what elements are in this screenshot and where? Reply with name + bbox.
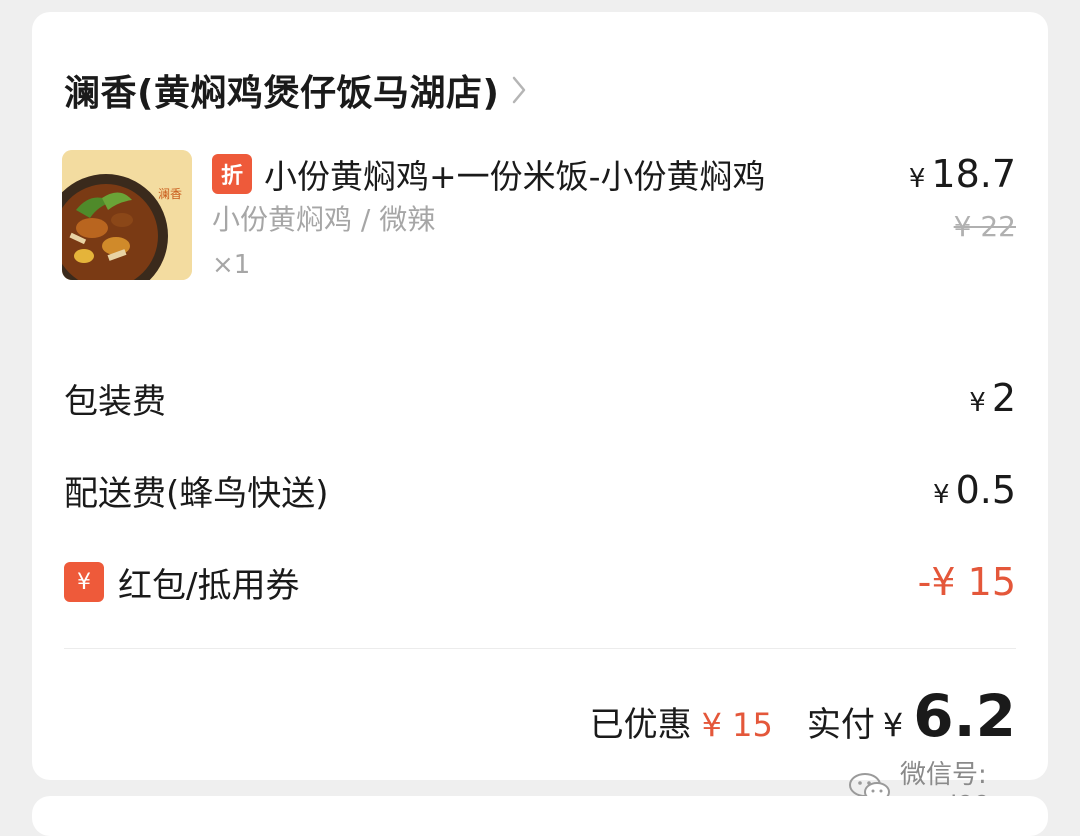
delivery-fee-symbol: ¥ xyxy=(933,480,950,510)
delivery-fee-row: 配送费(蜂鸟快送) ¥0.5 xyxy=(64,460,1016,520)
item-price-symbol: ¥ xyxy=(908,164,926,194)
coupon-label-wrap: ¥ 红包/抵用券 xyxy=(64,558,299,607)
discount-total: ¥ 15 xyxy=(701,706,773,744)
order-summary: 已优惠 ¥ 15 实付 ¥ 6.2 xyxy=(590,682,1016,750)
item-price: ¥18.7 xyxy=(909,152,1016,196)
shop-name: 澜香(黄焖鸡煲仔饭马湖店) xyxy=(64,73,500,114)
next-card xyxy=(32,796,1048,836)
item-original-price: ¥ 22 xyxy=(953,210,1016,243)
item-price-value: 18.7 xyxy=(931,152,1016,196)
packaging-fee-amount: 2 xyxy=(991,376,1016,420)
paid-label: 实付 xyxy=(806,705,875,745)
coupon-row[interactable]: ¥ 红包/抵用券 -¥ 15 xyxy=(64,552,1016,612)
coupon-label: 红包/抵用券 xyxy=(118,565,300,606)
packaging-fee-row: 包装费 ¥2 xyxy=(64,368,1016,428)
packaging-fee-symbol: ¥ xyxy=(969,388,986,418)
item-thumbnail[interactable]: 澜香 xyxy=(62,150,192,280)
discount-badge: 折 xyxy=(212,154,252,194)
thumb-logo: 澜香 xyxy=(158,187,182,201)
discount-label: 已优惠 xyxy=(589,705,692,745)
coupon-icon: ¥ xyxy=(64,562,104,602)
paid-currency: ¥ xyxy=(882,706,904,744)
shop-link[interactable]: 澜香(黄焖鸡煲仔饭马湖店) xyxy=(64,60,527,120)
chevron-right-icon xyxy=(511,75,527,105)
delivery-fee-value: ¥0.5 xyxy=(933,468,1016,512)
paid-total: 6.2 xyxy=(913,682,1016,750)
delivery-fee-amount: 0.5 xyxy=(955,468,1016,512)
order-detail-card: 澜香(黄焖鸡煲仔饭马湖店) 澜香 折 小份黄焖鸡+一份米饭-小份黄焖鸡 小份黄焖 xyxy=(32,12,1048,821)
item-name: 小份黄焖鸡+一份米饭-小份黄焖鸡 xyxy=(264,157,766,196)
delivery-fee-label: 配送费(蜂鸟快送) xyxy=(64,473,329,514)
packaging-fee-label: 包装费 xyxy=(64,381,166,422)
packaging-fee-value: ¥2 xyxy=(969,376,1016,420)
item-quantity: ×1 xyxy=(212,250,251,280)
divider xyxy=(64,648,1016,649)
item-spec: 小份黄焖鸡 / 微辣 xyxy=(212,203,436,236)
coupon-value: -¥ 15 xyxy=(917,560,1016,604)
item-title-row: 折 小份黄焖鸡+一份米饭-小份黄焖鸡 xyxy=(212,150,766,198)
